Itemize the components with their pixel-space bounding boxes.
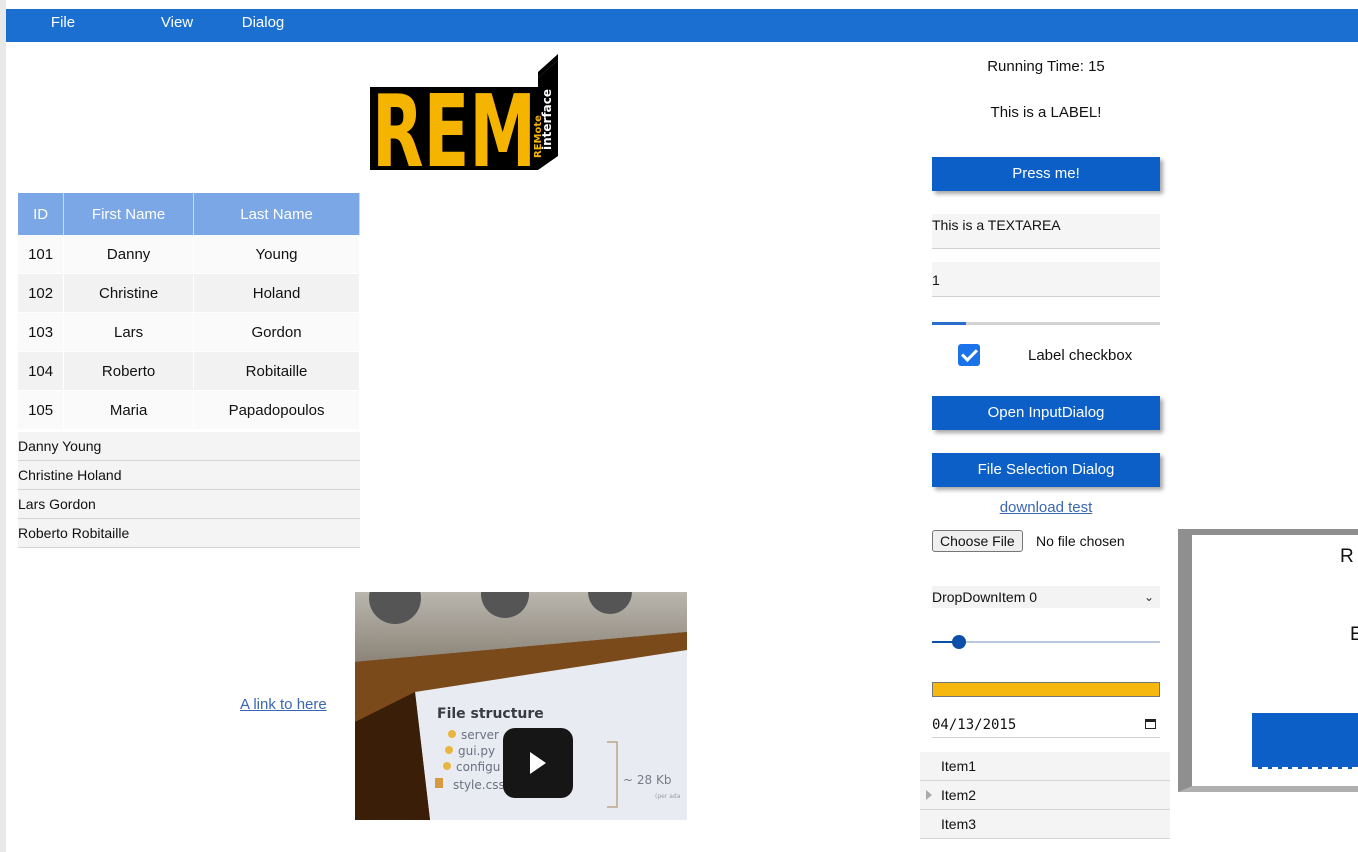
- list-item[interactable]: Danny Young: [18, 432, 360, 461]
- table-cell: 103: [18, 312, 65, 352]
- table-cell: Holand: [193, 273, 360, 313]
- list-item[interactable]: Christine Holand: [18, 461, 360, 490]
- slide-item: gui.py: [458, 744, 495, 758]
- table-header-row: ID First Name Last Name: [18, 193, 360, 235]
- dialog-text: R: [1340, 546, 1354, 567]
- tree-item[interactable]: Item2: [920, 781, 1170, 810]
- table-cell: Gordon: [193, 312, 360, 352]
- table-row[interactable]: 104 Roberto Robitaille: [18, 351, 360, 391]
- table-cell: Christine: [63, 273, 195, 313]
- table-header-last-name[interactable]: Last Name: [193, 193, 360, 235]
- tree-item[interactable]: Item3: [920, 810, 1170, 839]
- slider-track[interactable]: [932, 641, 1160, 643]
- spin-box[interactable]: 1: [932, 262, 1160, 297]
- slide-item: style.css: [453, 778, 505, 792]
- checkbox[interactable]: [958, 344, 980, 366]
- table-cell: 105: [18, 390, 65, 430]
- list-item[interactable]: Lars Gordon: [18, 490, 360, 519]
- slide-item: configu: [456, 760, 500, 774]
- table-row[interactable]: 102 Christine Holand: [18, 273, 360, 313]
- choose-file-button[interactable]: Choose File: [932, 530, 1023, 552]
- left-edge: [0, 0, 6, 852]
- label-text: This is a LABEL!: [990, 104, 1102, 121]
- table-row[interactable]: 101 Danny Young: [18, 235, 360, 274]
- data-table: ID First Name Last Name 101 Danny Young …: [18, 193, 360, 430]
- table-cell: Danny: [63, 235, 195, 274]
- tree-item-label: Item1: [941, 758, 977, 774]
- menu-bar: File View Dialog: [6, 9, 1358, 42]
- logo-letters: REM: [372, 73, 536, 170]
- list-view: Danny Young Christine Holand Lars Gordon…: [18, 432, 360, 548]
- menu-dialog[interactable]: Dialog: [218, 9, 308, 37]
- chevron-down-icon: ⌄: [1143, 590, 1154, 604]
- table-cell: Maria: [63, 390, 195, 430]
- slide-note: (per ada: [655, 793, 681, 800]
- logo-side-bottom: REMote: [533, 115, 544, 158]
- calendar-icon[interactable]: [1145, 719, 1156, 729]
- remi-logo: REM interface REMote: [370, 54, 558, 170]
- slide-size: ~ 28 Kb: [623, 773, 671, 787]
- menu-view[interactable]: View: [132, 9, 222, 37]
- slider-handle[interactable]: [952, 635, 967, 649]
- table-cell: Papadopoulos: [193, 390, 360, 430]
- table-row[interactable]: 105 Maria Papadopoulos: [18, 390, 360, 430]
- tree-item[interactable]: Item1: [920, 752, 1170, 781]
- dropdown-select[interactable]: DropDownItem 0 ⌄: [932, 586, 1160, 608]
- press-me-button[interactable]: Press me!: [932, 157, 1160, 191]
- yellow-progress-bar: [932, 682, 1160, 697]
- no-file-chosen-text: No file chosen: [1036, 533, 1125, 549]
- tree-view: Item1 Item2 Item3: [920, 752, 1170, 839]
- table-cell: 104: [18, 351, 65, 391]
- list-item[interactable]: Roberto Robitaille: [18, 519, 360, 548]
- file-selection-dialog-button[interactable]: File Selection Dialog: [932, 453, 1160, 487]
- slide-title: File structure: [437, 706, 544, 722]
- running-time-label: Running Time: 15: [987, 58, 1105, 75]
- tree-item-label: Item3: [941, 816, 977, 832]
- download-test-link[interactable]: download test: [932, 499, 1160, 516]
- dialog-text: E: [1350, 624, 1358, 645]
- checkbox-label: Label checkbox: [1028, 347, 1133, 364]
- yellow-progress-fill: [933, 683, 1159, 696]
- table-row[interactable]: 103 Lars Gordon: [18, 312, 360, 352]
- expand-arrow-icon[interactable]: [926, 790, 932, 800]
- table-cell: Young: [193, 235, 360, 274]
- table-cell: 101: [18, 235, 65, 274]
- table-cell: Robitaille: [193, 351, 360, 391]
- video-player[interactable]: File structure server gui.py configu sty…: [355, 592, 687, 820]
- open-input-dialog-button[interactable]: Open InputDialog: [932, 396, 1160, 430]
- date-value: 04/13/2015: [932, 717, 1017, 733]
- table-header-id[interactable]: ID: [18, 193, 65, 235]
- textarea-field[interactable]: This is a TEXTAREA: [932, 214, 1160, 249]
- table-cell: Lars: [63, 312, 195, 352]
- progress-bar: [932, 322, 1160, 325]
- dropdown-value: DropDownItem 0: [932, 589, 1038, 605]
- play-icon[interactable]: [503, 728, 573, 798]
- table-cell: Roberto: [63, 351, 195, 391]
- date-picker[interactable]: 04/13/2015: [932, 712, 1160, 738]
- table-header-first-name[interactable]: First Name: [63, 193, 195, 235]
- menu-file[interactable]: File: [18, 9, 108, 37]
- dialog-button[interactable]: [1252, 713, 1358, 769]
- tree-item-label: Item2: [941, 787, 977, 803]
- progress-fill: [932, 322, 967, 325]
- table-cell: 102: [18, 273, 65, 313]
- link-to-here[interactable]: A link to here: [240, 696, 327, 713]
- slide-item: server: [461, 728, 499, 742]
